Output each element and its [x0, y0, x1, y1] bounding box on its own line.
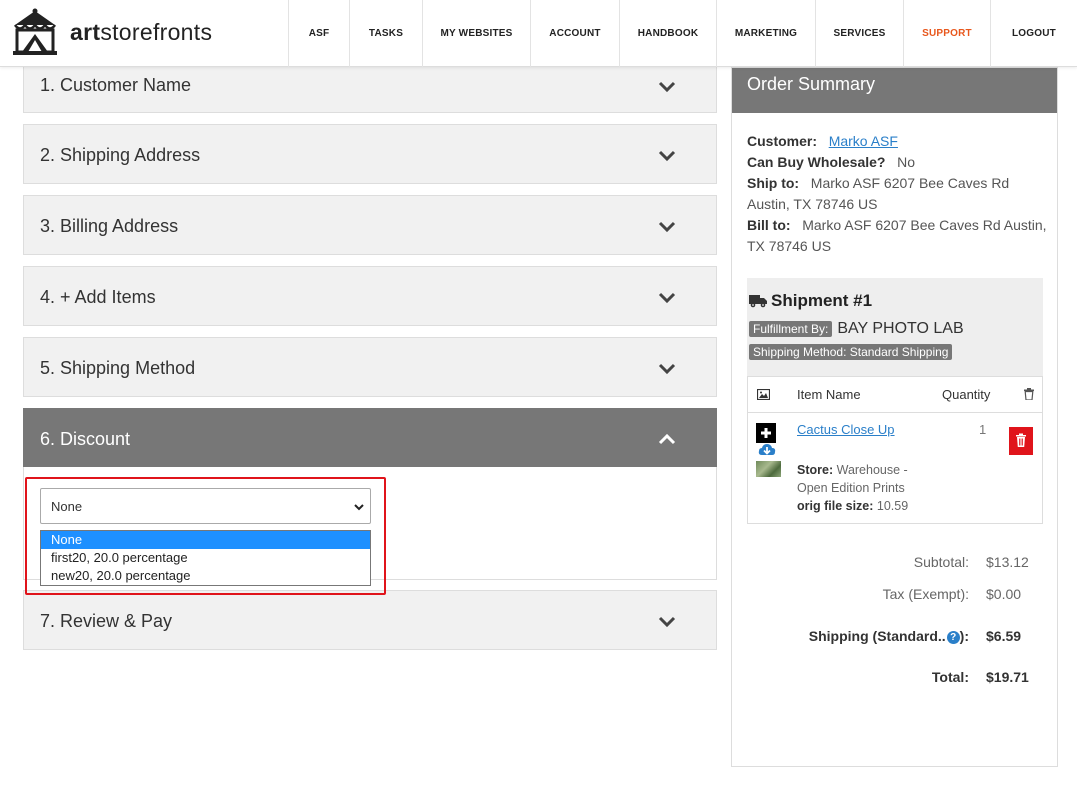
step-title: 4. + Add Items [40, 287, 156, 307]
brand-wordmark: artstorefronts [70, 18, 213, 45]
discount-dropdown-list: None first20, 20.0 percentage new20, 20.… [40, 530, 371, 586]
plus-icon [761, 428, 771, 438]
item-thumbnail[interactable] [756, 461, 781, 477]
item-quantity: 1 [979, 422, 987, 437]
order-summary-panel: Order Summary Customer: Marko ASF Can Bu… [731, 67, 1058, 767]
bill-to-address-1: Marko ASF 6207 Bee Caves Rd Austin, [802, 217, 1047, 233]
step-title: 6. Discount [40, 429, 131, 449]
col-item-name: Item Name [797, 387, 861, 402]
chevron-down-icon [658, 221, 676, 233]
total-label: Total: [931, 669, 969, 685]
step-shipping-address[interactable]: 2. Shipping Address [23, 124, 717, 184]
chevron-down-icon [658, 81, 676, 93]
tax-value: $0.00 [986, 586, 1022, 602]
ship-to-line: Ship to: Marko ASF 6207 Bee Caves Rd [747, 173, 1009, 194]
trash-icon[interactable] [1024, 388, 1034, 400]
ship-to-address-1: Marko ASF 6207 Bee Caves Rd [810, 175, 1010, 191]
top-navigation-bar: artstorefronts ASF TASKS MY WEBSITES ACC… [0, 0, 1077, 67]
nav-support[interactable]: SUPPORT [903, 0, 990, 67]
cloud-download-icon[interactable] [758, 443, 776, 457]
nav-my-websites[interactable]: MY WEBSITES [422, 0, 530, 67]
discount-option-new20[interactable]: new20, 20.0 percentage [41, 567, 370, 585]
discount-select[interactable]: None [40, 488, 371, 524]
nav-tasks[interactable]: TASKS [349, 0, 422, 67]
shipping-method-tag: Shipping Method: Standard Shipping [749, 344, 953, 360]
nav-marketing[interactable]: MARKETING [716, 0, 815, 67]
truck-icon [749, 295, 767, 308]
storefront-tent-icon [13, 8, 57, 55]
nav-asf[interactable]: ASF [288, 0, 349, 67]
delete-item-button[interactable] [1009, 427, 1033, 455]
subtotal-value: $13.12 [986, 554, 1029, 570]
ship-to-address-2: Austin, TX 78746 US [747, 196, 878, 212]
shipping-value: $6.59 [986, 628, 1022, 644]
fulfillment-value: BAY PHOTO LAB [837, 320, 964, 337]
table-row: Cactus Close Up 1 Store: Warehouse - Ope… [748, 413, 1042, 523]
trash-icon [1016, 433, 1026, 447]
order-summary-title: Order Summary [732, 68, 1057, 113]
item-details: Store: Warehouse - Open Edition Prints o… [797, 463, 909, 513]
step-add-items[interactable]: 4. + Add Items [23, 266, 717, 326]
chevron-up-icon [658, 433, 676, 445]
bill-to-line: Bill to: Marko ASF 6207 Bee Caves Rd Aus… [747, 215, 1047, 236]
image-icon [757, 389, 770, 400]
nav-services[interactable]: SERVICES [815, 0, 903, 67]
bill-to-address-2: TX 78746 US [747, 238, 832, 254]
step-customer-name[interactable]: 1. Customer Name [23, 63, 717, 113]
nav-account[interactable]: ACCOUNT [530, 0, 619, 67]
chevron-down-icon [658, 150, 676, 162]
step-billing-address[interactable]: 3. Billing Address [23, 195, 717, 255]
wholesale-value: No [897, 154, 916, 170]
col-quantity: Quantity [942, 387, 991, 402]
shipment-title: Shipment #1 [749, 291, 872, 311]
customer-line: Customer: Marko ASF [747, 131, 898, 152]
item-name-link[interactable]: Cactus Close Up [797, 422, 895, 437]
nav-logout[interactable]: LOGOUT [990, 0, 1077, 67]
discount-option-first20[interactable]: first20, 20.0 percentage [41, 549, 370, 567]
shipment-box: Shipment #1 Fulfillment By: BAY PHOTO LA… [747, 278, 1043, 524]
step-title: 7. Review & Pay [40, 611, 173, 631]
wholesale-label: Can Buy Wholesale? [747, 154, 886, 170]
step-review-pay[interactable]: 7. Review & Pay [23, 590, 717, 650]
discount-option-none[interactable]: None [41, 531, 370, 549]
expand-item-button[interactable] [756, 423, 776, 443]
help-icon[interactable]: ? [946, 631, 960, 644]
customer-link[interactable]: Marko ASF [829, 133, 898, 149]
bill-to-label: Bill to: [747, 217, 791, 233]
main-nav: ASF TASKS MY WEBSITES ACCOUNT HANDBOOK M… [288, 0, 1077, 67]
wholesale-line: Can Buy Wholesale? No [747, 152, 915, 173]
brand-logo[interactable]: artstorefronts [10, 8, 212, 56]
shipment-items-table: Item Name Quantity Cactus Close Up 1 Sto… [747, 376, 1043, 524]
step-shipping-method[interactable]: 5. Shipping Method [23, 337, 717, 397]
customer-label: Customer: [747, 133, 818, 149]
total-value: $19.71 [986, 669, 1029, 685]
step-title: 2. Shipping Address [40, 145, 201, 165]
fulfillment-row: Fulfillment By: BAY PHOTO LAB [749, 320, 964, 338]
chevron-down-icon [658, 616, 676, 628]
subtotal-label: Subtotal: [913, 554, 969, 570]
step-title: 3. Billing Address [40, 216, 179, 236]
items-table-header: Item Name Quantity [748, 377, 1042, 413]
nav-handbook[interactable]: HANDBOOK [619, 0, 716, 67]
step-title: 1. Customer Name [40, 75, 192, 95]
chevron-down-icon [354, 504, 364, 511]
fulfillment-tag: Fulfillment By: [749, 321, 833, 337]
shipping-method-row: Shipping Method: Standard Shipping [749, 343, 953, 361]
tax-label: Tax (Exempt): [882, 586, 969, 602]
chevron-down-icon [658, 292, 676, 304]
chevron-down-icon [658, 363, 676, 375]
step-discount[interactable]: 6. Discount [23, 408, 717, 467]
step-title: 5. Shipping Method [40, 358, 196, 378]
shipping-label: Shipping (Standard..?): [808, 628, 969, 644]
discount-selected-value: None [51, 498, 83, 514]
ship-to-label: Ship to: [747, 175, 800, 191]
discount-panel: None None first20, 20.0 percentage new20… [23, 467, 717, 586]
